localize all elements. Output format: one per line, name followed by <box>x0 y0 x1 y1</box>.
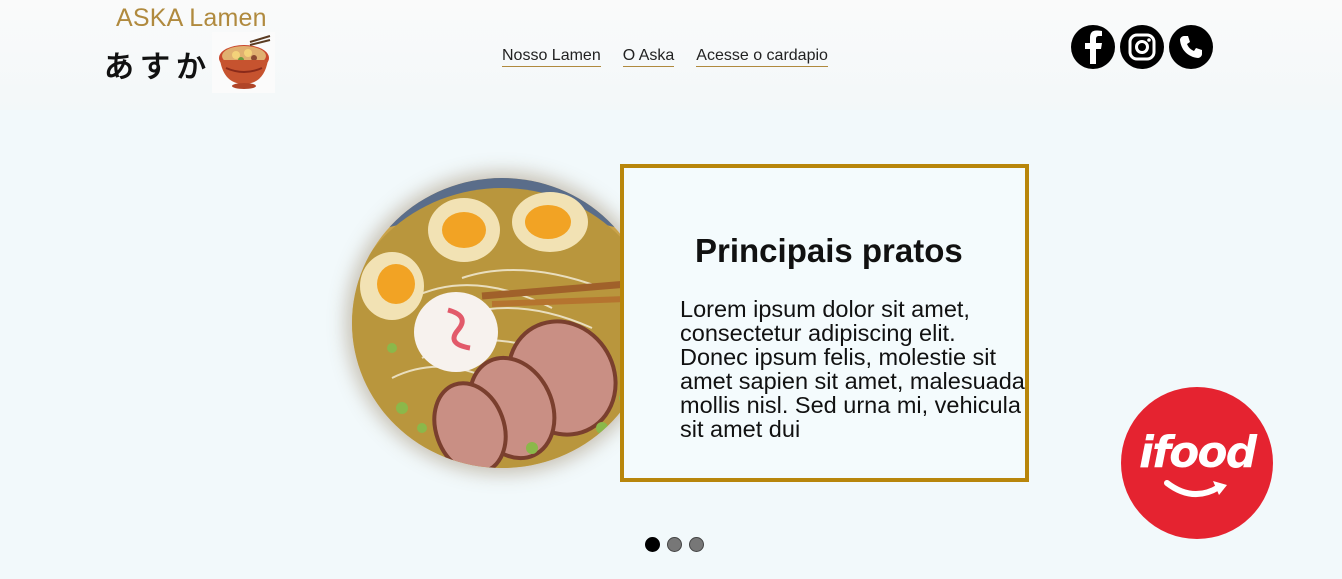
instagram-icon[interactable] <box>1120 25 1164 69</box>
ramen-bowl-logo <box>212 32 275 93</box>
ifood-logo-text: ifood <box>1138 427 1257 478</box>
main-nav: Nosso Lamen O Aska Acesse o cardapio <box>502 47 828 67</box>
section-heading: Principais pratos <box>695 232 963 269</box>
social-links <box>1071 25 1213 69</box>
ifood-button[interactable]: ifood <box>1121 387 1273 539</box>
ifood-smile-arrow-icon <box>1164 480 1227 497</box>
brand-title: ASKA Lamen <box>116 4 267 32</box>
featured-dishes-card: Principais pratos Lorem ipsum dolor sit … <box>620 164 1029 482</box>
nav-link-o-aska[interactable]: O Aska <box>622 47 675 67</box>
carousel-dot-1[interactable] <box>645 537 660 552</box>
phone-icon[interactable] <box>1169 25 1213 69</box>
carousel-dot-3[interactable] <box>689 537 704 552</box>
nav-link-nosso-lamen[interactable]: Nosso Lamen <box>502 47 601 67</box>
ramen-dish-image <box>352 178 652 468</box>
facebook-icon[interactable] <box>1071 25 1115 69</box>
carousel-indicators <box>645 537 704 552</box>
brand-kana-logo: あすか <box>104 50 212 85</box>
section-description: Lorem ipsum dolor sit amet, consectetur … <box>680 296 1025 442</box>
site-header: ASKA Lamen あすか Nosso Lamen O Aska Acesse… <box>0 0 1342 110</box>
nav-link-cardapio[interactable]: Acesse o cardapio <box>696 47 828 67</box>
carousel-dot-2[interactable] <box>667 537 682 552</box>
